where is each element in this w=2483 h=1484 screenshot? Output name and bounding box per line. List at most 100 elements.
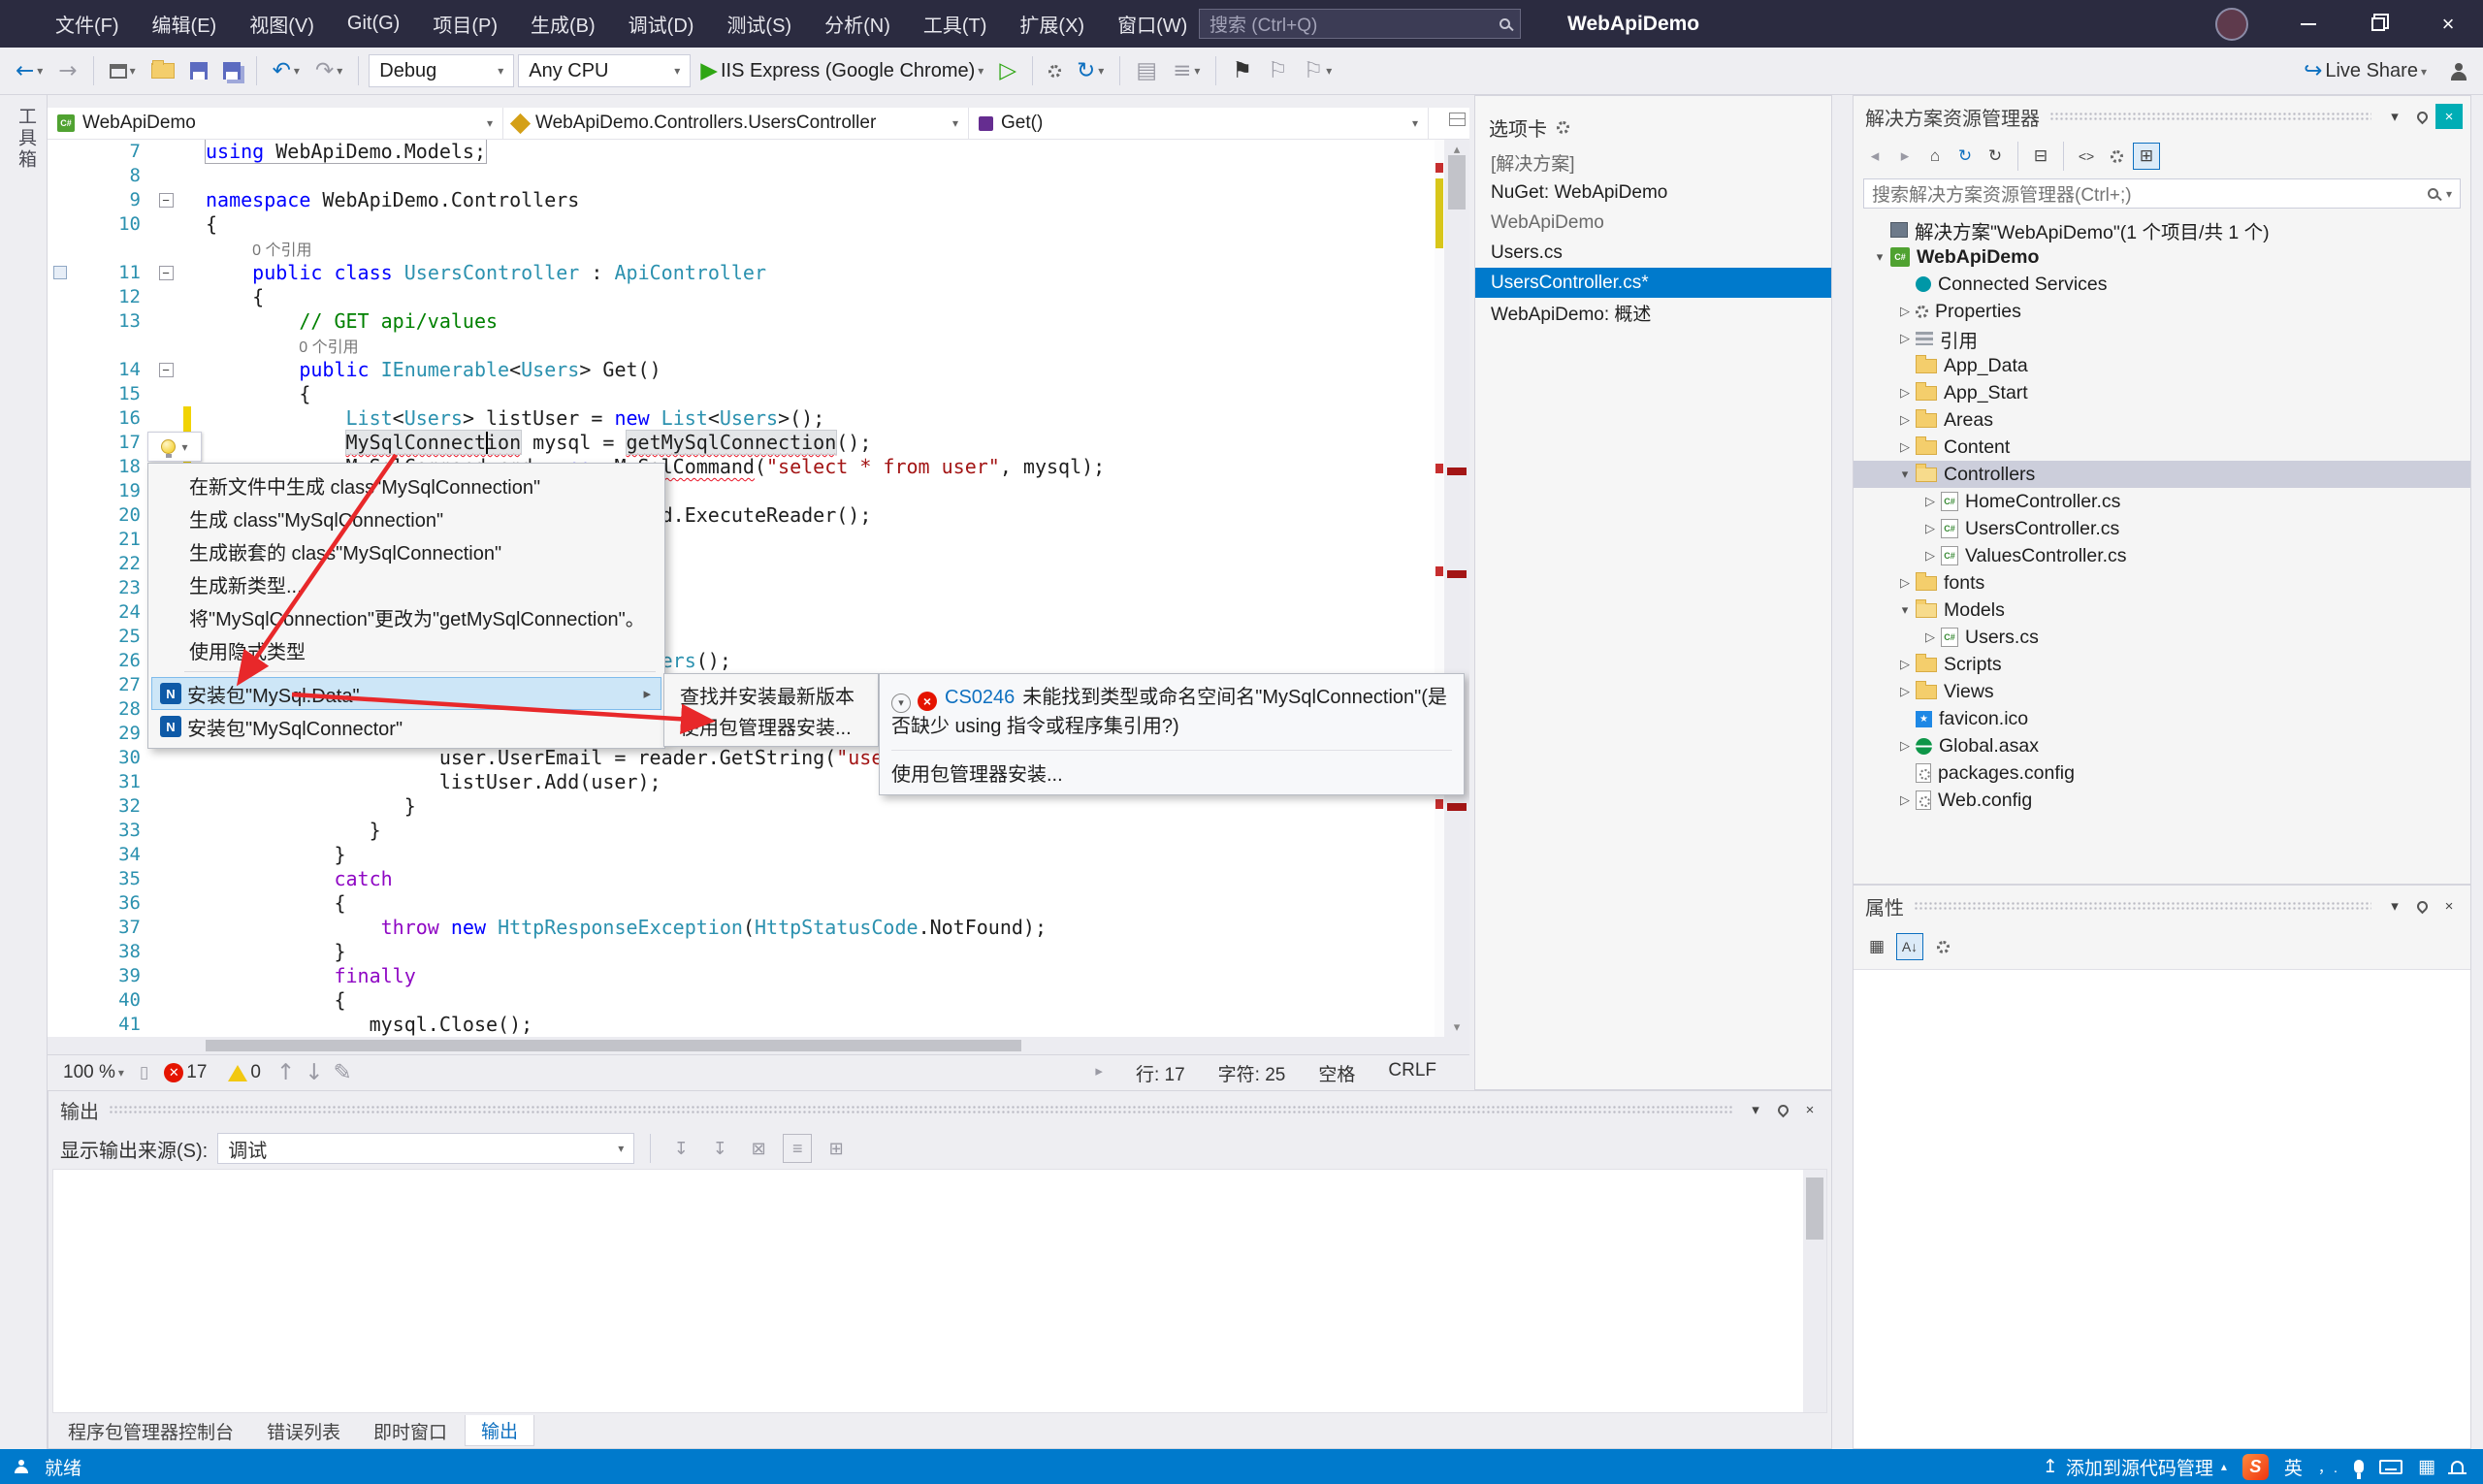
minimize-button[interactable] <box>2273 0 2343 48</box>
tree-item[interactable]: ▷Web.config <box>1854 787 2470 814</box>
refresh-button[interactable]: ↻▾ <box>1071 51 1110 90</box>
breakpoint-margin[interactable] <box>48 358 86 382</box>
submenu-item[interactable]: 查找并安装最新版本 <box>666 679 876 710</box>
horizontal-scrollbar[interactable] <box>48 1037 1469 1054</box>
drag-grip[interactable] <box>2049 112 2371 121</box>
breakpoint-margin[interactable] <box>48 455 86 479</box>
new-project-button[interactable]: ▾ <box>104 51 142 90</box>
quick-action-item[interactable]: 使用隐式类型 <box>151 633 661 666</box>
breakpoint-margin[interactable] <box>48 794 86 819</box>
breakpoint-margin[interactable] <box>48 528 86 552</box>
sync-icon[interactable]: ↻ <box>1951 143 1979 170</box>
expand-arrow-icon[interactable]: ▷ <box>1894 738 1916 754</box>
quick-action-item[interactable]: 生成新类型... <box>151 567 661 600</box>
breakpoint-margin[interactable] <box>48 479 86 503</box>
menu-工具(T)[interactable]: 工具(T) <box>907 0 1004 48</box>
expand-arrow-icon[interactable]: ▷ <box>1894 385 1916 401</box>
expand-arrow-icon[interactable]: ▷ <box>1894 657 1916 672</box>
column-indicator[interactable]: 字符: 25 <box>1218 1060 1286 1086</box>
breakpoint-margin[interactable] <box>48 140 86 164</box>
breakpoint-margin[interactable] <box>48 697 86 722</box>
expand-arrow-icon[interactable]: ▷ <box>1919 494 1941 509</box>
expand-arrow-icon[interactable]: ▷ <box>1894 439 1916 455</box>
breakpoint-margin[interactable] <box>48 600 86 625</box>
vertical-scrollbar[interactable]: ▴ ▾ <box>1444 140 1469 1037</box>
quick-action-item[interactable]: 安装包"MySqlConnector" <box>151 710 661 743</box>
tree-item[interactable]: App_Data <box>1854 352 2470 379</box>
project-dropdown[interactable]: WebApiDemo▾ <box>48 108 503 139</box>
tree-item[interactable]: ▾Models <box>1854 597 2470 624</box>
split-editor-handle[interactable] <box>1449 113 1466 126</box>
panel-tab[interactable]: 即时窗口 <box>358 1415 463 1446</box>
expand-arrow-icon[interactable]: ▷ <box>1919 629 1941 645</box>
menu-扩展(X)[interactable]: 扩展(X) <box>1003 0 1101 48</box>
breakpoint-margin[interactable] <box>48 722 86 746</box>
collapse-arrow-icon[interactable]: ▾ <box>1869 249 1890 265</box>
fold-collapse-icon[interactable]: − <box>159 363 174 377</box>
breakpoint-margin[interactable] <box>48 673 86 697</box>
breakpoint-margin[interactable] <box>48 237 86 261</box>
tree-item[interactable]: ▷Content <box>1854 434 2470 461</box>
window-menu-icon[interactable]: ▾ <box>2381 893 2408 919</box>
tree-item[interactable]: ▷引用 <box>1854 325 2470 352</box>
tree-item[interactable]: ▷Global.asax <box>1854 732 2470 759</box>
properties-grid[interactable] <box>1854 969 2470 1448</box>
tree-item[interactable]: 解决方案"WebApiDemo"(1 个项目/共 1 个) <box>1854 216 2470 243</box>
prev-bookmark-button[interactable]: ⚐ <box>1262 51 1294 90</box>
menu-测试(S)[interactable]: 测试(S) <box>710 0 808 48</box>
solution-platform-dropdown[interactable]: Any CPU▾ <box>518 54 691 87</box>
error-fix-action[interactable]: 使用包管理器安装... <box>891 750 1452 787</box>
eol-indicator[interactable]: CRLF <box>1388 1060 1436 1086</box>
tree-item[interactable]: favicon.ico <box>1854 705 2470 732</box>
menu-生成(B)[interactable]: 生成(B) <box>514 0 612 48</box>
drag-grip[interactable] <box>1914 901 2371 911</box>
expand-arrow-icon[interactable]: ▷ <box>1894 792 1916 808</box>
breakpoint-margin[interactable] <box>48 552 86 576</box>
tree-item[interactable]: ▷HomeController.cs <box>1854 488 2470 515</box>
breakpoint-margin[interactable] <box>48 334 86 358</box>
type-dropdown[interactable]: WebApiDemo.Controllers.UsersController▾ <box>503 108 969 139</box>
expand-arrow-icon[interactable]: ▷ <box>1919 521 1941 536</box>
microphone-icon[interactable] <box>2354 1460 2364 1473</box>
close-icon[interactable]: × <box>2435 893 2463 919</box>
quick-action-item[interactable]: 生成嵌套的 class"MySqlConnection" <box>151 534 661 567</box>
properties-icon[interactable] <box>2103 143 2130 170</box>
user-avatar[interactable] <box>2215 8 2248 41</box>
quick-search-box[interactable]: 搜索 (Ctrl+Q) <box>1199 9 1521 39</box>
solution-configuration-dropdown[interactable]: Debug▾ <box>369 54 514 87</box>
tree-item[interactable]: ▷Properties <box>1854 298 2470 325</box>
output-content[interactable] <box>52 1169 1827 1413</box>
breakpoint-margin[interactable] <box>48 891 86 916</box>
codelens-references[interactable]: 0 个引用 <box>252 242 311 259</box>
menu-Git(G)[interactable]: Git(G) <box>331 0 416 48</box>
scrollbar-thumb[interactable] <box>1806 1178 1823 1240</box>
tree-item[interactable]: ▾WebApiDemo <box>1854 243 2470 271</box>
feedback-icon[interactable] <box>14 1460 29 1473</box>
breakpoint-margin[interactable] <box>48 406 86 431</box>
code-view-icon[interactable]: <> <box>2073 143 2100 170</box>
breakpoint-margin[interactable] <box>48 212 86 237</box>
alphabetical-sort-icon[interactable]: A↓ <box>1896 933 1923 960</box>
breakpoint-margin[interactable] <box>48 1013 86 1037</box>
warning-count[interactable]: 0 <box>222 1053 267 1090</box>
ime-punctuation-icon[interactable]: ，. <box>2318 1457 2338 1477</box>
search-icon[interactable] <box>1499 18 1510 29</box>
breakpoint-margin[interactable] <box>48 988 86 1013</box>
expand-arrow-icon[interactable]: ▷ <box>1894 575 1916 591</box>
redo-button[interactable]: ↷▾ <box>309 51 348 90</box>
tree-item[interactable]: ▷fonts <box>1854 569 2470 597</box>
zoom-dropdown[interactable]: 100 %▾ <box>57 1053 130 1090</box>
menu-调试(D)[interactable]: 调试(D) <box>612 0 711 48</box>
breakpoint-margin[interactable] <box>48 382 86 406</box>
tree-item[interactable]: ▷Scripts <box>1854 651 2470 678</box>
collapse-arrow-icon[interactable]: ▾ <box>1894 467 1916 482</box>
tree-item[interactable]: ▷ValuesController.cs <box>1854 542 2470 569</box>
panel-splitter[interactable] <box>1832 95 1853 1449</box>
document-tab[interactable]: UsersController.cs* <box>1475 268 1831 298</box>
find-in-files-button[interactable]: ▤ <box>1130 51 1163 90</box>
drag-grip[interactable] <box>109 1105 1732 1114</box>
tree-item[interactable]: ▷Areas <box>1854 406 2470 434</box>
navigate-back-button[interactable]: ←▾ <box>10 51 48 90</box>
add-to-source-control-button[interactable]: ↥ 添加到源代码管理 ▴ <box>2043 1454 2227 1480</box>
error-mark[interactable] <box>1447 468 1467 475</box>
